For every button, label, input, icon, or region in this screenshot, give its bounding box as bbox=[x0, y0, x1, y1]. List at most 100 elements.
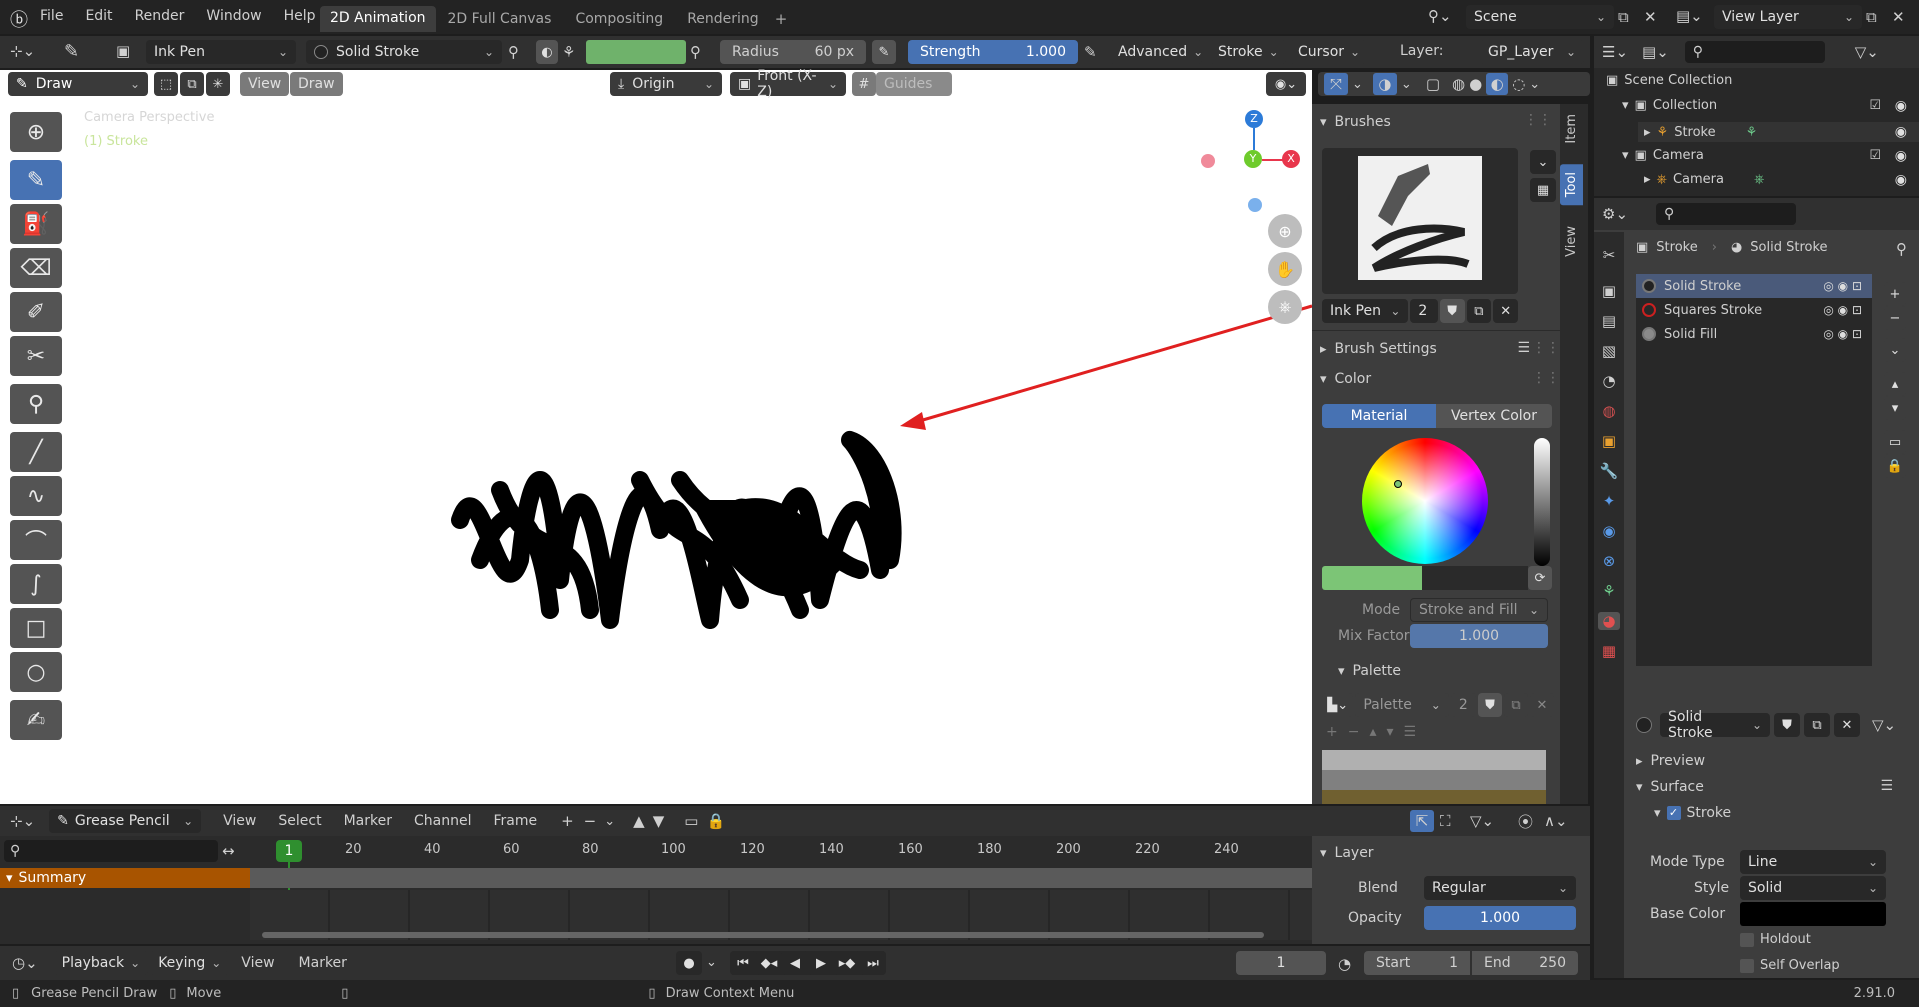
cutter-tool[interactable]: ✂ bbox=[10, 336, 62, 376]
previous-color-swatch[interactable] bbox=[1422, 566, 1528, 590]
tint-tool[interactable]: ✐ bbox=[10, 292, 62, 332]
render-tab-icon[interactable]: ▣ bbox=[1602, 282, 1616, 300]
remove-keyframe-icon[interactable]: − bbox=[584, 812, 597, 830]
editor-type-icon[interactable]: ⊹⌄ bbox=[10, 42, 35, 60]
menu-window[interactable]: Window bbox=[206, 8, 261, 24]
data-tab-icon[interactable]: ⚘ bbox=[1602, 582, 1615, 600]
y-axis-dot[interactable]: Y bbox=[1244, 150, 1262, 168]
interpolation-icon[interactable]: ∧⌄ bbox=[1544, 812, 1568, 830]
multiframe-icon[interactable]: ⧉ bbox=[180, 72, 204, 96]
eyedropper-icon[interactable]: ⚲ bbox=[690, 43, 701, 61]
texture-tab-icon[interactable]: ▦ bbox=[1602, 642, 1616, 660]
eye-icon[interactable]: ◉ bbox=[1895, 98, 1907, 114]
pin-icon[interactable]: ⚲ bbox=[508, 43, 519, 61]
mode-selector[interactable]: ✎ Draw bbox=[8, 72, 148, 96]
palette-unlink-icon[interactable]: ✕ bbox=[1530, 693, 1554, 717]
expand-arrow-icon[interactable]: ▾ bbox=[1622, 148, 1629, 163]
channel-search[interactable]: ⚲ bbox=[4, 840, 218, 862]
style-dropdown[interactable]: Solid bbox=[1740, 876, 1886, 900]
dopesheet-editor-icon[interactable]: ⊹⌄ bbox=[10, 812, 35, 830]
effects-tab-icon[interactable]: ✦ bbox=[1603, 492, 1616, 510]
move-layer-down-icon[interactable]: ▼ bbox=[653, 812, 665, 830]
end-frame-field[interactable]: End 250 bbox=[1472, 951, 1578, 975]
mix-factor-field[interactable]: 1.000 bbox=[1410, 624, 1548, 648]
color-mode-vertex-icon[interactable]: ⚘ bbox=[562, 43, 575, 61]
neg-z-axis-dot[interactable] bbox=[1248, 198, 1262, 212]
polyline-tool[interactable]: ∿ bbox=[10, 476, 62, 516]
strength-field[interactable]: Strength 1.000 bbox=[908, 40, 1078, 64]
record-icon[interactable]: ● bbox=[676, 951, 702, 975]
view-menu[interactable]: View bbox=[240, 72, 290, 96]
presets-icon[interactable]: ☰ bbox=[1517, 340, 1530, 356]
pen-tool-icon[interactable]: ✎ bbox=[64, 41, 79, 62]
duplicate-material-icon[interactable]: ⧉ bbox=[1804, 713, 1830, 737]
fill-tool[interactable]: ⛽ bbox=[10, 204, 62, 244]
start-frame-field[interactable]: Start 1 bbox=[1364, 951, 1470, 975]
origin-selector[interactable]: ⤓ Origin bbox=[610, 72, 722, 96]
gizmo-icon[interactable]: ⤧ bbox=[1324, 73, 1348, 95]
material-color-tab[interactable]: Material bbox=[1322, 404, 1436, 428]
layer-selector[interactable]: GP_Layer bbox=[1480, 40, 1584, 64]
layer-panel-header[interactable]: ▾ Layer bbox=[1320, 842, 1374, 864]
modifier-tab-icon[interactable]: 🔧 bbox=[1600, 462, 1619, 480]
camera-view-icon[interactable]: ⎈ bbox=[1268, 290, 1302, 324]
draw-tool[interactable]: ✎ bbox=[10, 160, 62, 200]
drag-handle-icon[interactable]: ⋮⋮ bbox=[1524, 112, 1552, 128]
z-axis-dot[interactable]: Z bbox=[1245, 110, 1263, 128]
neg-x-axis-dot[interactable] bbox=[1201, 154, 1215, 168]
camera-collection-label[interactable]: Camera bbox=[1653, 148, 1704, 163]
drag-handle-icon[interactable]: ⋮⋮ bbox=[1532, 370, 1560, 386]
filter-icon[interactable]: ▽⌄ bbox=[1855, 43, 1879, 61]
holdout-checkbox[interactable] bbox=[1740, 932, 1754, 947]
camera-object-label[interactable]: Camera bbox=[1673, 172, 1724, 187]
slot-visibility-icons[interactable]: ◎ ◉ ⊡ bbox=[1823, 279, 1862, 293]
color-picker-cursor[interactable] bbox=[1394, 480, 1402, 488]
presets-icon[interactable]: ☰ bbox=[1880, 778, 1893, 794]
stroke-subpanel-header[interactable]: ▾ ✓ Stroke bbox=[1654, 802, 1731, 824]
scene-icon[interactable]: ⚲⌄ bbox=[1428, 7, 1452, 25]
constraints-tab-icon[interactable]: ⊗ bbox=[1603, 552, 1616, 570]
timeline-editor-icon[interactable]: ◷⌄ bbox=[12, 954, 38, 972]
dopesheet-menu-select[interactable]: Select bbox=[278, 813, 321, 829]
properties-editor-icon[interactable]: ⚙⌄ bbox=[1602, 205, 1628, 223]
onion-skin-icon[interactable]: ▭ bbox=[684, 812, 698, 830]
guides-button[interactable]: Guides bbox=[876, 72, 952, 96]
color-header[interactable]: ▾ Color ⋮⋮ bbox=[1320, 368, 1560, 390]
rendered-shading-icon[interactable]: ◌ bbox=[1512, 75, 1525, 93]
eye-icon[interactable]: ◉ bbox=[1895, 172, 1907, 188]
summary-channel[interactable]: ▾ Summary bbox=[0, 868, 250, 888]
blender-logo-icon[interactable]: ⓑ bbox=[10, 6, 28, 32]
expand-arrow-icon[interactable]: ▸ bbox=[1644, 172, 1651, 187]
dopesheet-menu-view[interactable]: View bbox=[223, 813, 256, 829]
outliner-editor-icon[interactable]: ☰⌄ bbox=[1602, 43, 1628, 61]
brush-selector[interactable]: Ink Pen bbox=[146, 40, 296, 64]
menu-file[interactable]: File bbox=[40, 8, 63, 24]
brush-icon[interactable]: ▣ bbox=[116, 42, 130, 60]
palette-swatches[interactable] bbox=[1322, 750, 1546, 804]
material-filter-icon[interactable]: ▽⌄ bbox=[1872, 716, 1896, 734]
active-color-swatch[interactable] bbox=[1322, 566, 1422, 590]
dopesheet-menu-frame[interactable]: Frame bbox=[493, 813, 537, 829]
color-mode-material-icon[interactable]: ◐ bbox=[536, 40, 558, 64]
brush-users-count[interactable]: 2 bbox=[1410, 299, 1438, 323]
color-wheel[interactable] bbox=[1362, 438, 1488, 564]
duplicate-brush-icon[interactable]: ⧉ bbox=[1466, 299, 1492, 323]
palette-fake-user-icon[interactable]: ⛊ bbox=[1478, 693, 1503, 717]
line-tool[interactable]: ╱ bbox=[10, 432, 62, 472]
stroke-object-label[interactable]: Stroke bbox=[1674, 125, 1715, 140]
palette-up-icon[interactable]: ▴ bbox=[1369, 724, 1376, 740]
scene-collection-label[interactable]: Scene Collection bbox=[1624, 73, 1732, 88]
erase-tool[interactable]: ⌫ bbox=[10, 248, 62, 288]
swap-colors-icon[interactable]: ⟳ bbox=[1528, 566, 1552, 590]
current-frame-indicator[interactable]: 1 bbox=[276, 840, 302, 862]
record-dropdown-icon[interactable]: ⌄ bbox=[706, 955, 717, 970]
overlay-icon[interactable]: ◑ bbox=[1372, 73, 1397, 95]
palette-sort-icon[interactable]: ☰ bbox=[1404, 724, 1417, 740]
tab-compositing[interactable]: Compositing bbox=[563, 7, 675, 31]
material-selector[interactable]: Solid Stroke bbox=[306, 40, 502, 64]
remove-slot-icon[interactable]: − bbox=[1884, 306, 1906, 330]
advanced-dropdown[interactable]: Advanced bbox=[1110, 40, 1202, 64]
scene-copy-icon[interactable]: ⧉ bbox=[1618, 8, 1629, 26]
brush-image-icon[interactable]: ▦ bbox=[1530, 178, 1556, 202]
world-tab-icon[interactable]: ◍ bbox=[1602, 402, 1615, 420]
